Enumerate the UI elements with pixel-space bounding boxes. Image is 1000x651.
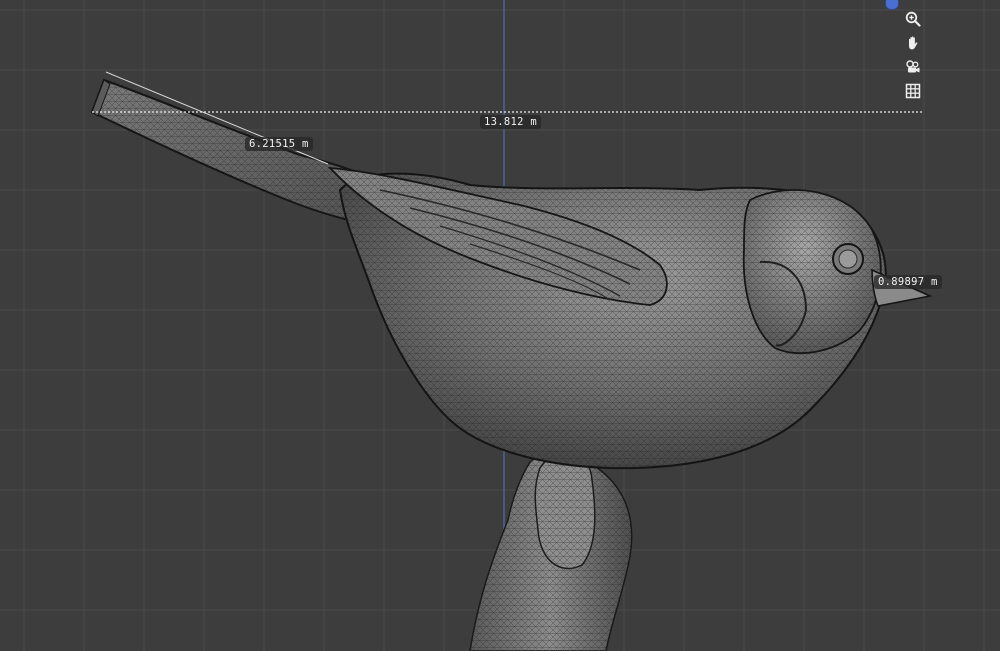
- hand-pan-icon: [909, 36, 918, 50]
- ortho-grid-button[interactable]: [902, 80, 924, 102]
- camera-orbit-icon: [906, 60, 920, 73]
- tail-measure-label: 6.21515 m: [245, 137, 313, 151]
- grid-ortho-icon: [905, 83, 921, 99]
- zoom-icon: [905, 11, 921, 27]
- gizmo-axis-dot[interactable]: [885, 0, 899, 10]
- bird-head-mesh: [742, 189, 933, 355]
- width-measure-label: 13.812 m: [480, 115, 541, 129]
- pan-button[interactable]: [902, 32, 924, 54]
- 3d-viewport[interactable]: 13.812 m 6.21515 m 0.89897 m: [0, 0, 1000, 651]
- viewport-canvas[interactable]: [0, 0, 1000, 651]
- beak-measure-label: 0.89897 m: [874, 275, 942, 289]
- camera-button[interactable]: [902, 56, 924, 78]
- zoom-button[interactable]: [902, 8, 924, 30]
